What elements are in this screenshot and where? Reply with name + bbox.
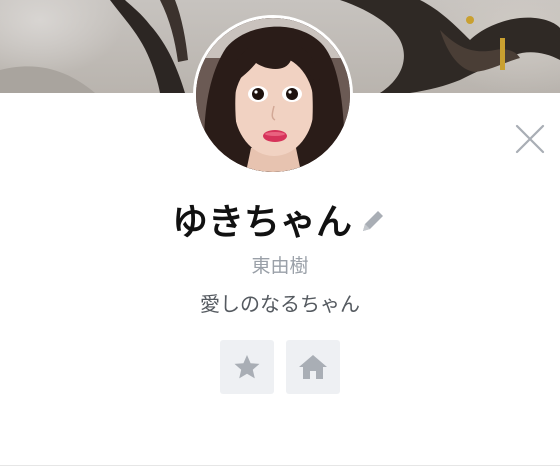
star-icon xyxy=(234,355,260,379)
line-id-text: 東由樹 xyxy=(251,255,309,277)
divider xyxy=(0,465,560,466)
edit-name-button[interactable] xyxy=(358,206,388,236)
close-icon xyxy=(515,124,545,154)
display-name-row: ゆきちゃん xyxy=(0,193,560,243)
close-button[interactable] xyxy=(512,121,548,157)
home-icon xyxy=(299,355,327,379)
profile-avatar[interactable] xyxy=(193,15,353,175)
favorite-button[interactable] xyxy=(220,340,274,394)
home-button[interactable] xyxy=(286,340,340,394)
pencil-icon xyxy=(363,211,383,231)
status-message: 愛しのなるちゃん xyxy=(200,292,360,316)
display-name: ゆきちゃん xyxy=(171,202,352,243)
